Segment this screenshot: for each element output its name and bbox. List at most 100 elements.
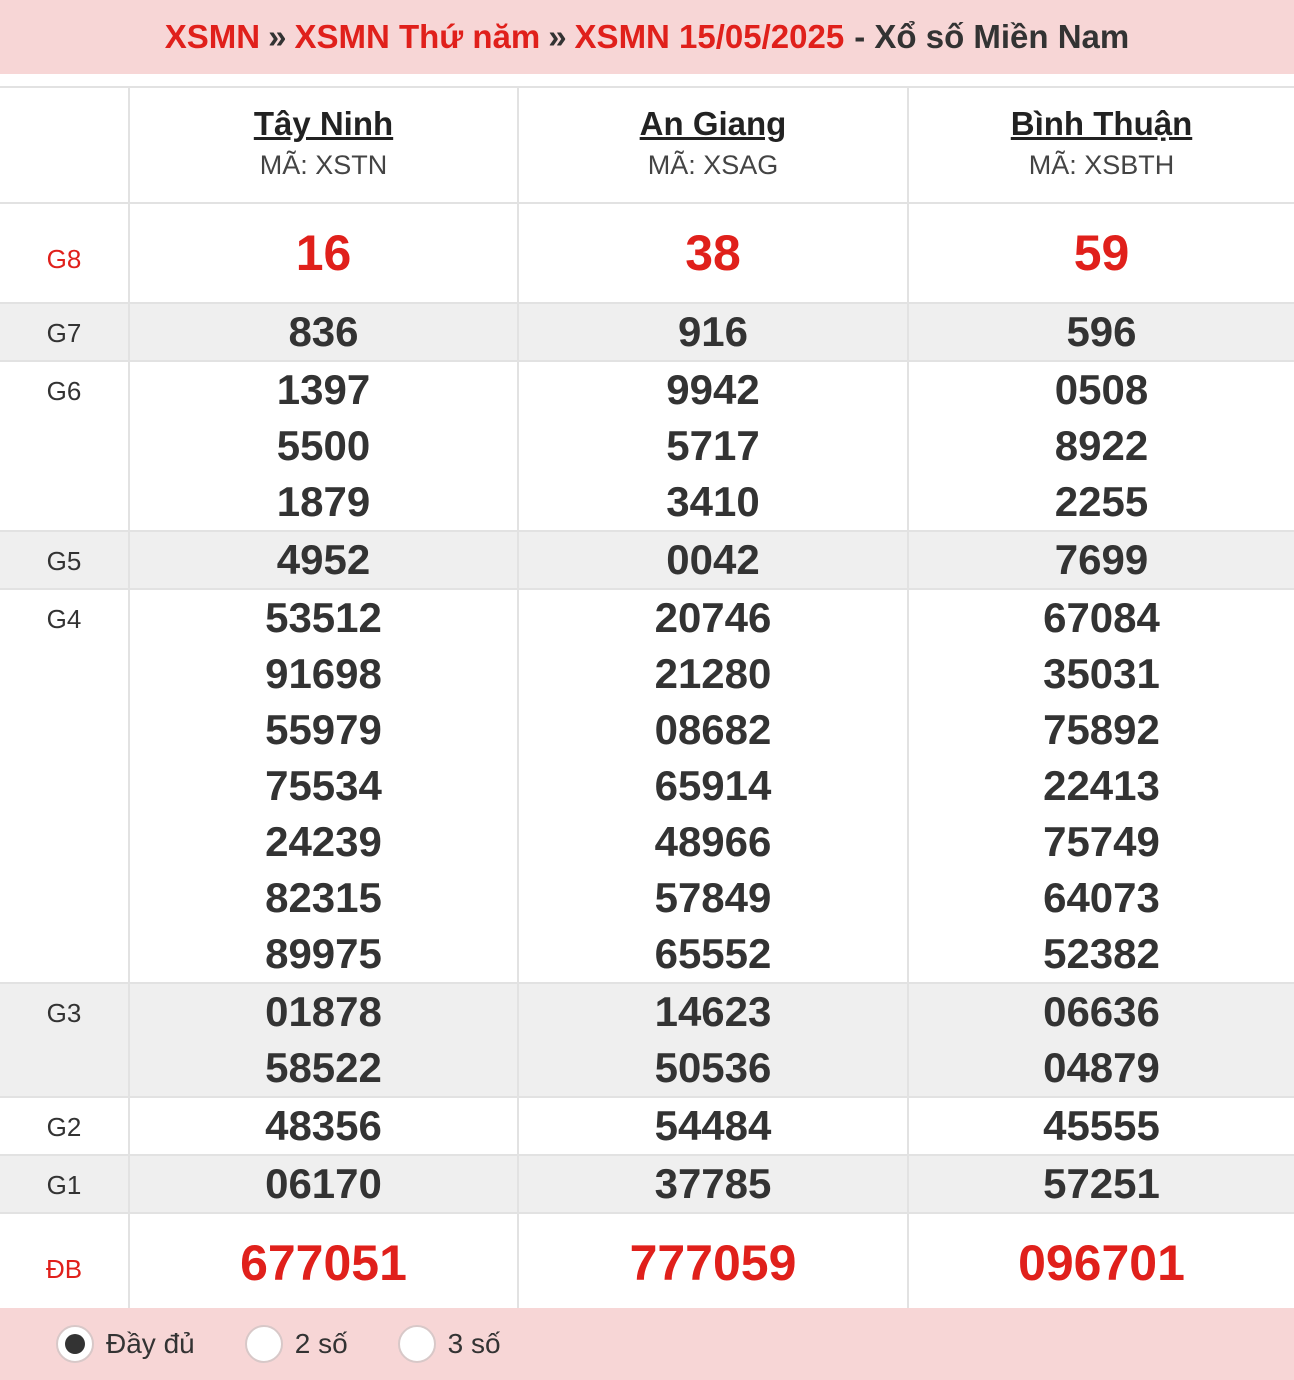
province-code: MÃ: XSTN bbox=[259, 150, 388, 180]
prize-number: 75749 bbox=[1043, 818, 1160, 865]
province-cell-tay-ninh: Tây Ninh MÃ: XSTN bbox=[128, 86, 519, 204]
province-link-binh-thuan[interactable]: Bình Thuận bbox=[909, 102, 1294, 146]
prize-number: 37785 bbox=[654, 1160, 772, 1207]
prize-number: 21280 bbox=[654, 650, 772, 697]
breadcrumb-link-weekday[interactable]: XSMN Thứ năm bbox=[294, 18, 540, 56]
prize-number: 65552 bbox=[654, 930, 772, 977]
option-3-digits[interactable]: 3 số bbox=[397, 1325, 501, 1363]
radio-2-digits[interactable] bbox=[244, 1325, 283, 1363]
prize-number: 75892 bbox=[1043, 706, 1160, 753]
prize-number: 0508 bbox=[1054, 366, 1149, 413]
prize-row-g4: G4 53512 91698 55979 75534 24239 82315 8… bbox=[0, 588, 1294, 984]
prize-number: 89975 bbox=[265, 930, 382, 977]
prize-number: 35031 bbox=[1043, 650, 1160, 697]
breadcrumb: XSMN » XSMN Thứ năm » XSMN 15/05/2025 - … bbox=[0, 0, 1294, 74]
special-prize-number: 777059 bbox=[629, 1235, 797, 1291]
prize-number: 58522 bbox=[265, 1044, 382, 1091]
prize-cell: 7699 bbox=[907, 530, 1294, 590]
prize-cell: 677051 bbox=[128, 1212, 519, 1314]
prize-number: 54484 bbox=[654, 1102, 772, 1149]
prize-label: G5 bbox=[0, 530, 130, 590]
province-code: MÃ: XSAG bbox=[647, 150, 779, 180]
radio-selected-dot bbox=[65, 1334, 85, 1354]
prize-label: G7 bbox=[0, 302, 130, 362]
prize-number: 1397 bbox=[276, 366, 371, 413]
prize-number: 596 bbox=[1066, 308, 1137, 355]
prize-number: 06170 bbox=[265, 1160, 382, 1207]
prize-number: 16 bbox=[295, 225, 352, 281]
prize-label: G3 bbox=[0, 982, 130, 1098]
prize-cell: 59 bbox=[907, 202, 1294, 304]
prize-number: 57849 bbox=[654, 874, 772, 921]
prize-row-g5: G5 4952 0042 7699 bbox=[0, 530, 1294, 590]
prize-number: 5717 bbox=[666, 422, 760, 469]
option-2-digits[interactable]: 2 số bbox=[244, 1325, 348, 1363]
prize-number: 08682 bbox=[654, 706, 772, 753]
prize-cell: 06636 04879 bbox=[907, 982, 1294, 1098]
prize-number: 04879 bbox=[1043, 1044, 1160, 1091]
prize-number: 50536 bbox=[654, 1044, 772, 1091]
prize-label: G4 bbox=[0, 588, 130, 984]
prize-cell: 16 bbox=[128, 202, 519, 304]
prize-number: 916 bbox=[677, 308, 749, 355]
results-table: Tây Ninh MÃ: XSTN An Giang MÃ: XSAG Bình… bbox=[0, 86, 1294, 1314]
prize-label: G6 bbox=[0, 360, 130, 532]
prize-number: 38 bbox=[685, 225, 741, 281]
prize-label: ĐB bbox=[0, 1212, 130, 1314]
prize-number: 4952 bbox=[276, 536, 371, 583]
prize-number: 7699 bbox=[1054, 536, 1149, 583]
prize-label: G8 bbox=[0, 202, 130, 304]
prize-row-g3: G3 01878 58522 14623 50536 06636 04879 bbox=[0, 982, 1294, 1098]
option-label: 3 số bbox=[447, 1328, 501, 1359]
prize-number: 1879 bbox=[276, 478, 371, 525]
prize-number: 55979 bbox=[265, 706, 382, 753]
prize-number: 8922 bbox=[1054, 422, 1149, 469]
prize-cell: 54484 bbox=[517, 1096, 909, 1156]
prize-cell: 14623 50536 bbox=[517, 982, 909, 1098]
page-title-suffix: - Xổ số Miền Nam bbox=[854, 18, 1130, 55]
breadcrumb-separator: » bbox=[548, 18, 567, 55]
prize-cell: 596 bbox=[907, 302, 1294, 362]
display-options-bar: Đầy đủ 2 số 3 số bbox=[0, 1308, 1294, 1380]
option-label: 2 số bbox=[294, 1328, 348, 1359]
option-full[interactable]: Đầy đủ bbox=[56, 1325, 195, 1363]
prize-cell: 45555 bbox=[907, 1096, 1294, 1156]
prize-cell: 836 bbox=[128, 302, 519, 362]
prize-number: 64073 bbox=[1043, 874, 1160, 921]
prize-number: 75534 bbox=[265, 762, 382, 809]
prize-number: 22413 bbox=[1043, 762, 1160, 809]
prize-number: 14623 bbox=[654, 988, 772, 1035]
prize-cell: 48356 bbox=[128, 1096, 519, 1156]
prize-number: 57251 bbox=[1043, 1160, 1160, 1207]
radio-full[interactable] bbox=[56, 1325, 94, 1363]
prize-number: 48966 bbox=[654, 818, 772, 865]
radio-3-digits[interactable] bbox=[397, 1325, 436, 1363]
province-link-tay-ninh[interactable]: Tây Ninh bbox=[130, 102, 517, 146]
prize-number: 5500 bbox=[276, 422, 371, 469]
prize-cell: 0042 bbox=[517, 530, 909, 590]
province-link-an-giang[interactable]: An Giang bbox=[519, 102, 907, 146]
prize-cell: 096701 bbox=[907, 1212, 1294, 1314]
prize-number: 2255 bbox=[1054, 478, 1149, 525]
prize-number: 20746 bbox=[654, 594, 772, 641]
prize-number: 3410 bbox=[666, 478, 760, 525]
prize-number: 45555 bbox=[1043, 1102, 1160, 1149]
prize-number: 65914 bbox=[654, 762, 772, 809]
breadcrumb-link-xsmn[interactable]: XSMN bbox=[165, 18, 260, 56]
prize-row-g6: G6 1397 5500 1879 9942 5717 3410 0508 89… bbox=[0, 360, 1294, 532]
prize-row-g8: G8 16 38 59 bbox=[0, 202, 1294, 304]
prize-row-g7: G7 836 916 596 bbox=[0, 302, 1294, 362]
breadcrumb-link-date[interactable]: XSMN 15/05/2025 bbox=[575, 18, 845, 56]
prize-row-g1: G1 06170 37785 57251 bbox=[0, 1154, 1294, 1214]
prize-cell: 38 bbox=[517, 202, 909, 304]
prize-number: 06636 bbox=[1043, 988, 1160, 1035]
province-cell-binh-thuan: Bình Thuận MÃ: XSBTH bbox=[907, 86, 1294, 204]
province-header-row: Tây Ninh MÃ: XSTN An Giang MÃ: XSAG Bình… bbox=[0, 86, 1294, 204]
prize-cell: 0508 8922 2255 bbox=[907, 360, 1294, 532]
prize-cell: 37785 bbox=[517, 1154, 909, 1214]
prize-number: 67084 bbox=[1043, 594, 1160, 641]
prize-number: 836 bbox=[288, 308, 359, 355]
prize-cell: 06170 bbox=[128, 1154, 519, 1214]
prize-label: G1 bbox=[0, 1154, 130, 1214]
prize-number: 53512 bbox=[265, 594, 382, 641]
